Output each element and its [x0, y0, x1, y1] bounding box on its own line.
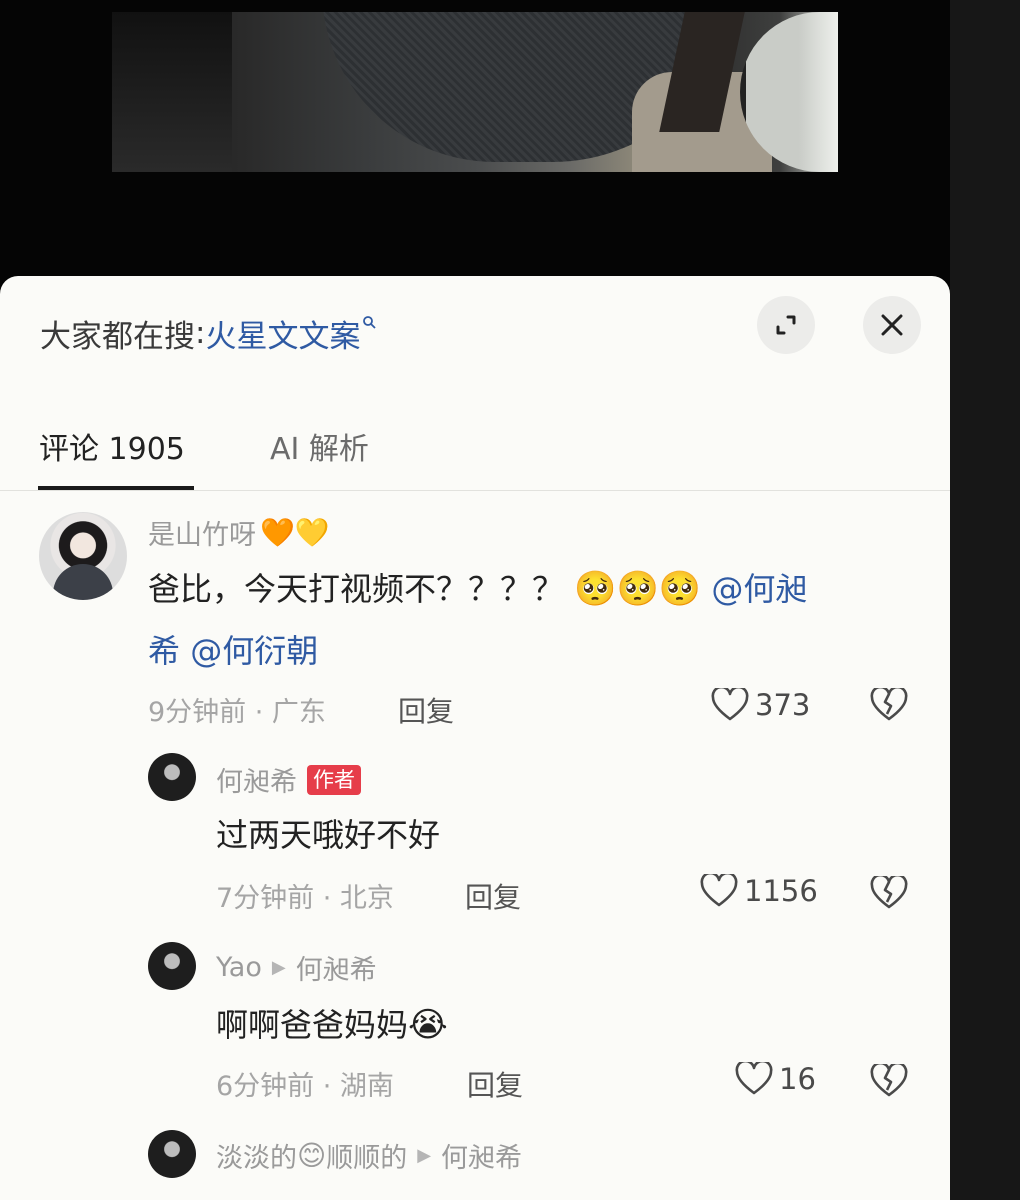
- close-icon: [881, 314, 903, 336]
- mention-link[interactable]: @何昶: [711, 570, 807, 608]
- comment-meta: 9分钟前 · 广东: [148, 697, 326, 728]
- like-button[interactable]: 16: [735, 1062, 816, 1096]
- reply-button[interactable]: 回复: [467, 1064, 523, 1104]
- trending-search[interactable]: 大家都在搜 : 火星文文案: [40, 308, 377, 358]
- search-icon: [362, 314, 377, 333]
- reply-button[interactable]: 回复: [465, 876, 521, 916]
- reply-arrow-icon: ▶: [417, 1145, 432, 1166]
- video-background: [0, 0, 950, 300]
- reply-button[interactable]: 回复: [398, 690, 454, 730]
- reply-to-username[interactable]: 何昶希: [441, 1136, 522, 1175]
- comment-username[interactable]: 是山竹呀 🧡💛: [148, 513, 330, 552]
- smiling-face-emoji: 😊: [297, 1139, 327, 1172]
- comment-username[interactable]: 淡淡的 😊 顺顺的 ▶ 何昶希: [216, 1136, 522, 1175]
- heart-outline-icon: [700, 874, 738, 907]
- broken-heart-icon: [870, 873, 908, 909]
- close-button[interactable]: [863, 296, 921, 354]
- mention-link[interactable]: 希: [148, 632, 180, 670]
- comment-text[interactable]: 爸比，今天打视频不？？？？ 🥺🥺🥺 @何昶 希 @何衍朝: [148, 558, 908, 682]
- like-button[interactable]: 373: [711, 688, 810, 722]
- tab-ai-analysis[interactable]: AI 解析: [270, 424, 369, 468]
- video-shadow: [112, 12, 232, 172]
- side-strip: [950, 0, 1020, 1200]
- avatar[interactable]: [148, 753, 196, 801]
- tab-bar: 评论 1905 AI 解析: [0, 410, 950, 490]
- crying-face-emoji: 😭: [408, 1005, 448, 1045]
- avatar[interactable]: [39, 512, 127, 600]
- comment-body: 过两天哦好不好: [216, 816, 441, 854]
- comment-body: 爸比，今天打视频不？？？？: [148, 570, 565, 608]
- author-badge: 作者: [307, 764, 361, 795]
- video-frame[interactable]: [112, 12, 838, 172]
- dislike-button[interactable]: [870, 1061, 908, 1102]
- comment-text[interactable]: 过两天哦好不好: [216, 804, 440, 866]
- trending-search-label: 大家都在搜: [40, 318, 195, 355]
- expand-button[interactable]: [757, 296, 815, 354]
- username-text: 何昶希: [216, 767, 297, 798]
- heart-outline-icon: [735, 1062, 773, 1095]
- broken-heart-icon: [870, 685, 908, 721]
- dislike-button[interactable]: [870, 685, 908, 726]
- expand-icon: [776, 315, 796, 335]
- comment-text[interactable]: 啊啊爸爸妈妈😭: [216, 994, 448, 1056]
- like-count: 373: [755, 688, 811, 722]
- like-button[interactable]: 1156: [700, 874, 818, 908]
- pleading-face-emoji: 🥺🥺🥺: [574, 569, 702, 609]
- trending-search-term[interactable]: 火星文文案: [205, 311, 360, 356]
- avatar[interactable]: [148, 942, 196, 990]
- comment-body: 啊啊爸爸妈妈: [216, 1006, 409, 1044]
- username-text: 是山竹呀: [148, 520, 256, 551]
- like-count: 16: [779, 1062, 816, 1096]
- comment-username[interactable]: 何昶希 作者: [216, 760, 361, 799]
- username-text: Yao: [216, 952, 262, 983]
- comment-meta: 7分钟前 · 北京: [216, 883, 394, 914]
- like-count: 1156: [744, 874, 818, 908]
- avatar[interactable]: [148, 1130, 196, 1178]
- reply-arrow-icon: ▶: [271, 957, 286, 978]
- tab-comments[interactable]: 评论 1905: [39, 424, 185, 468]
- username-text: 淡淡的: [216, 1143, 297, 1174]
- mention-link[interactable]: @何衍朝: [190, 632, 318, 670]
- trending-search-colon: :: [195, 315, 206, 351]
- heart-emoji-icon: 🧡💛: [260, 516, 330, 549]
- divider: [0, 490, 950, 491]
- heart-outline-icon: [711, 688, 749, 721]
- comment-meta: 6分钟前 · 湖南: [216, 1071, 394, 1102]
- username-text: 顺顺的: [326, 1143, 408, 1174]
- reply-to-username[interactable]: 何昶希: [296, 948, 377, 987]
- comment-username[interactable]: Yao ▶ 何昶希: [216, 948, 377, 987]
- dislike-button[interactable]: [870, 873, 908, 914]
- broken-heart-icon: [870, 1061, 908, 1097]
